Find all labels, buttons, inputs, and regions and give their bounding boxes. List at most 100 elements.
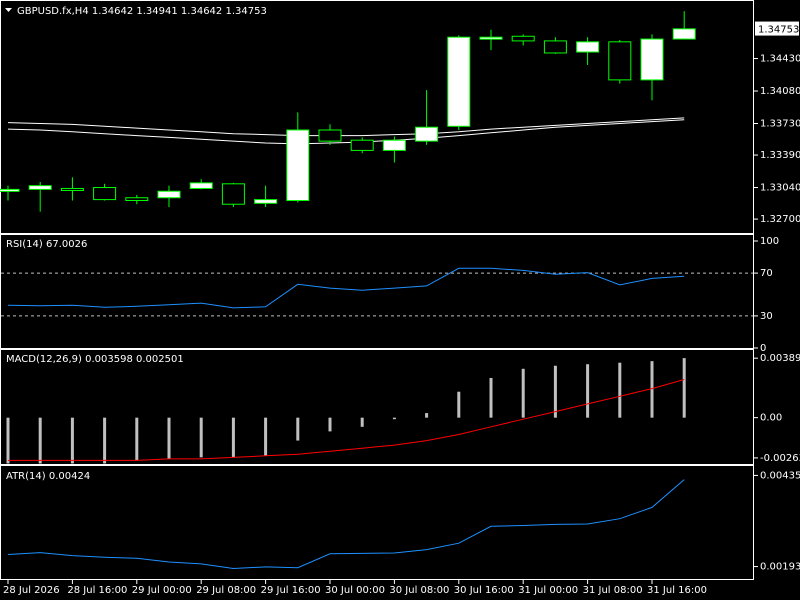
price-axis-label: 1.34080 bbox=[760, 86, 800, 97]
candle-body bbox=[511, 35, 535, 42]
candle bbox=[382, 136, 406, 163]
rsi-panel-frame bbox=[0, 234, 754, 349]
macd-histogram-bar bbox=[167, 417, 171, 459]
rsi-axis-label: 100 bbox=[760, 236, 779, 247]
macd-histogram-bar bbox=[199, 417, 203, 458]
macd-histogram-bar bbox=[296, 417, 300, 441]
atr-panel-frame bbox=[0, 465, 754, 580]
macd-histogram-bar bbox=[6, 417, 10, 464]
time-axis-label: 31 Jul 16:00 bbox=[647, 585, 707, 596]
time-axis-label: 28 Jul 16:00 bbox=[67, 585, 127, 596]
rsi-line bbox=[7, 267, 685, 309]
macd-histogram-bar bbox=[457, 391, 461, 418]
candle-body bbox=[350, 139, 374, 151]
price-axis-label: 1.34430 bbox=[760, 54, 800, 65]
candle bbox=[608, 39, 632, 84]
macd-layer bbox=[6, 358, 686, 464]
price-axis-label: 1.33730 bbox=[760, 118, 800, 129]
time-axis-label: 30 Jul 16:00 bbox=[454, 585, 514, 596]
candle-body bbox=[382, 139, 406, 151]
candle-body bbox=[60, 187, 84, 191]
candle bbox=[157, 185, 181, 208]
time-axis-label: 29 Jul 08:00 bbox=[196, 585, 256, 596]
rsi-axis-label: 70 bbox=[760, 268, 773, 279]
candle bbox=[318, 124, 342, 145]
candle bbox=[93, 183, 117, 201]
atr-axis-label: 0.00193 bbox=[760, 562, 800, 573]
candle bbox=[640, 34, 664, 101]
candle bbox=[60, 177, 84, 201]
macd-histogram-bar bbox=[489, 377, 493, 418]
chart-window[interactable]: 1.34430 1.34080 1.33730 1.33390 1.33040 1.327… bbox=[0, 0, 800, 600]
candle bbox=[672, 11, 696, 40]
candle bbox=[511, 34, 535, 46]
candle-body bbox=[93, 187, 117, 201]
macd-histogram-bar bbox=[103, 417, 107, 464]
candle bbox=[286, 112, 310, 203]
time-axis-label: 29 Jul 00:00 bbox=[132, 585, 192, 596]
candle bbox=[415, 90, 439, 145]
rsi-axis-label: 30 bbox=[760, 311, 773, 322]
price-axis-label: 1.32700 bbox=[760, 214, 800, 225]
atr-line bbox=[7, 479, 685, 570]
candle-body bbox=[28, 185, 52, 190]
candle bbox=[350, 137, 374, 154]
candle-body bbox=[608, 41, 632, 81]
price-axis-label: 1.33390 bbox=[760, 150, 800, 161]
current-price-label: 1.34753 bbox=[758, 25, 799, 36]
candle bbox=[576, 37, 600, 66]
candle bbox=[189, 179, 213, 190]
candle-body bbox=[318, 129, 342, 142]
macd-histogram-bar bbox=[650, 361, 654, 418]
candle-body bbox=[221, 183, 245, 205]
atr-layer bbox=[7, 479, 685, 570]
candle bbox=[221, 182, 245, 208]
time-axis-label: 28 Jul 2026 bbox=[3, 585, 60, 596]
macd-histogram-bar bbox=[360, 417, 364, 427]
moving-average-line bbox=[7, 117, 685, 137]
candle-body bbox=[0, 188, 20, 192]
time-axis-label: 30 Jul 08:00 bbox=[389, 585, 449, 596]
macd-histogram-bar bbox=[618, 362, 622, 418]
main-price-layer bbox=[0, 11, 696, 212]
candle-body bbox=[479, 36, 503, 40]
macd-histogram-bar bbox=[682, 358, 686, 418]
candle bbox=[0, 185, 20, 201]
macd-histogram-bar bbox=[328, 417, 332, 432]
macd-histogram-bar bbox=[425, 413, 429, 418]
macd-histogram-bar bbox=[70, 417, 74, 464]
time-axis-label: 31 Jul 08:00 bbox=[583, 585, 643, 596]
candle-body bbox=[286, 129, 310, 202]
candle bbox=[447, 35, 471, 130]
candle bbox=[543, 37, 567, 54]
macd-panel-title: MACD(12,26,9) 0.003598 0.002501 bbox=[6, 354, 184, 365]
axis-labels-layer: 1.34430 1.34080 1.33730 1.33390 1.33040 1.327… bbox=[3, 21, 800, 596]
candle-body bbox=[125, 197, 149, 202]
time-axis-label: 29 Jul 16:00 bbox=[261, 585, 321, 596]
atr-panel-title: ATR(14) 0.00424 bbox=[6, 471, 90, 482]
macd-histogram-bar bbox=[553, 365, 557, 418]
rsi-layer bbox=[1, 267, 753, 317]
macd-histogram-bar bbox=[586, 364, 590, 418]
candle-body bbox=[576, 41, 600, 53]
candle bbox=[479, 29, 503, 51]
candle bbox=[254, 185, 278, 208]
macd-axis-label: 0.00 bbox=[760, 413, 782, 424]
candle-body bbox=[157, 190, 181, 199]
candle bbox=[125, 194, 149, 205]
time-axis-label: 31 Jul 00:00 bbox=[518, 585, 578, 596]
macd-axis-label: 0.003895 bbox=[760, 353, 800, 364]
macd-histogram-bar bbox=[521, 368, 525, 418]
triangle-down-icon[interactable] bbox=[5, 8, 12, 12]
price-axis-label: 1.33040 bbox=[760, 183, 800, 194]
macd-histogram-bar bbox=[38, 417, 42, 464]
macd-axis-label: -0.002635 bbox=[760, 453, 800, 464]
candle-body bbox=[254, 199, 278, 204]
candle-body bbox=[640, 38, 664, 81]
candle-body bbox=[447, 36, 471, 127]
chart-canvas[interactable]: 1.34430 1.34080 1.33730 1.33390 1.33040 1.327… bbox=[0, 0, 800, 600]
macd-histogram-bar bbox=[392, 417, 396, 420]
rsi-panel-title: RSI(14) 67.0026 bbox=[6, 239, 87, 250]
candle bbox=[28, 181, 52, 212]
macd-histogram-bar bbox=[231, 417, 235, 458]
